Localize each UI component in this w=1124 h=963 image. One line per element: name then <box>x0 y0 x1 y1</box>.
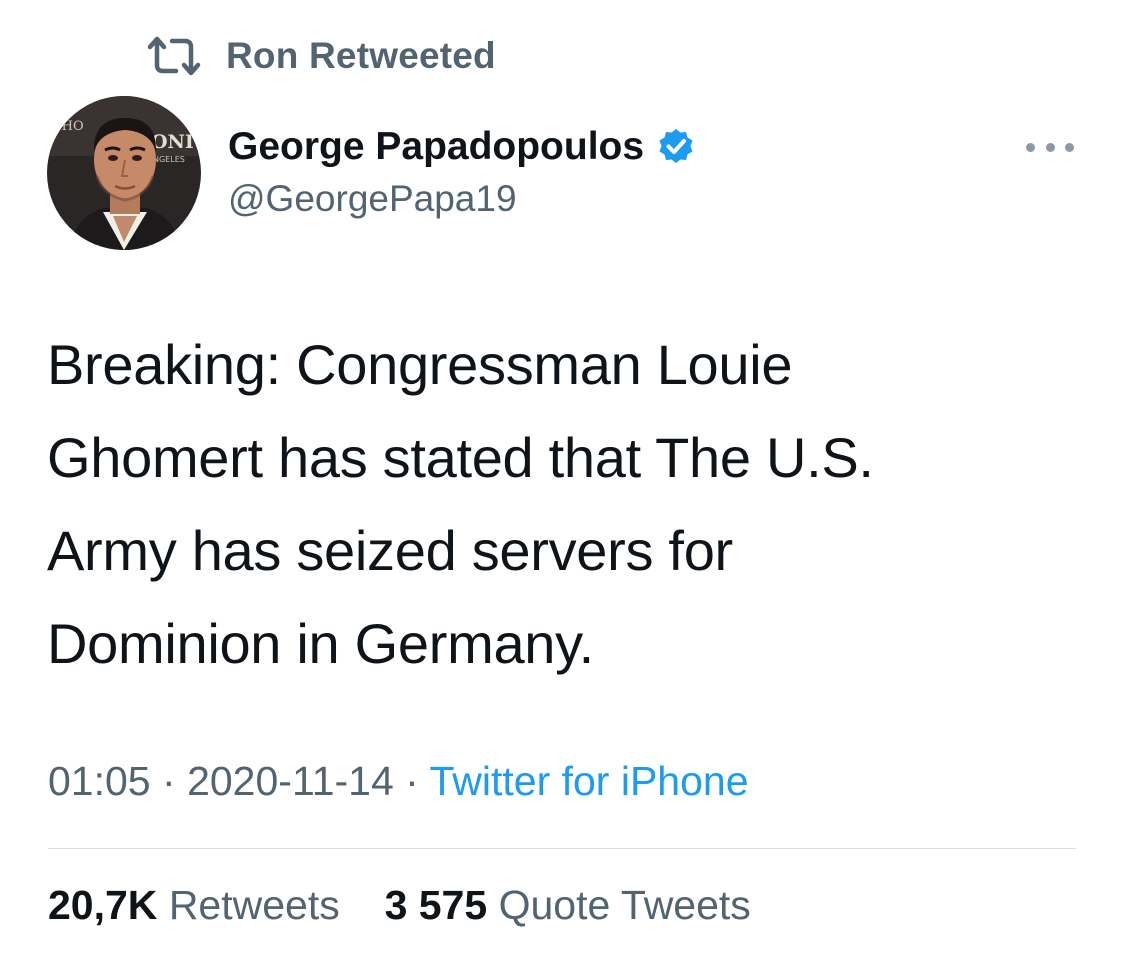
verified-badge-icon <box>656 127 696 167</box>
tweet-meta: 01:05 · 2020-11-14 · Twitter for iPhone <box>48 758 749 805</box>
retweet-icon <box>146 35 202 77</box>
quote-tweets-count: 3 575 <box>384 882 488 928</box>
meta-separator: · <box>405 758 419 804</box>
tweet-source-link[interactable]: Twitter for iPhone <box>429 758 748 804</box>
tweet-detail: Ron Retweeted THO ONI NGELES George Papa… <box>0 0 1124 963</box>
retweets-label: Retweets <box>168 882 340 928</box>
author-handle[interactable]: @GeorgePapa19 <box>228 178 696 220</box>
quote-tweets-stat[interactable]: 3 575 Quote Tweets <box>385 882 751 928</box>
divider <box>48 848 1076 849</box>
svg-text:THO: THO <box>53 119 84 134</box>
tweet-date[interactable]: 2020-11-14 <box>187 758 394 804</box>
meta-separator: · <box>162 758 176 804</box>
quote-tweets-label: Quote Tweets <box>498 882 751 928</box>
retweets-count: 20,7K <box>48 882 158 928</box>
tweet-time[interactable]: 01:05 <box>48 758 151 804</box>
tweet-text: Breaking: Congressman Louie Ghomert has … <box>47 333 874 675</box>
retweets-stat[interactable]: 20,7K Retweets <box>48 882 340 928</box>
tweet-stats: 20,7K Retweets 3 575 Quote Tweets <box>48 882 751 929</box>
retweeted-by-label: Ron Retweeted <box>226 35 496 76</box>
svg-text:NGELES: NGELES <box>153 155 185 164</box>
svg-text:ONI: ONI <box>151 131 194 153</box>
author-display-name[interactable]: George Papadopoulos <box>228 125 644 169</box>
more-options-icon[interactable] <box>1026 134 1074 160</box>
author-info[interactable]: George Papadopoulos @GeorgePapa19 <box>228 122 696 220</box>
social-context[interactable]: Ron Retweeted <box>146 30 496 82</box>
avatar[interactable]: THO ONI NGELES <box>47 96 201 250</box>
